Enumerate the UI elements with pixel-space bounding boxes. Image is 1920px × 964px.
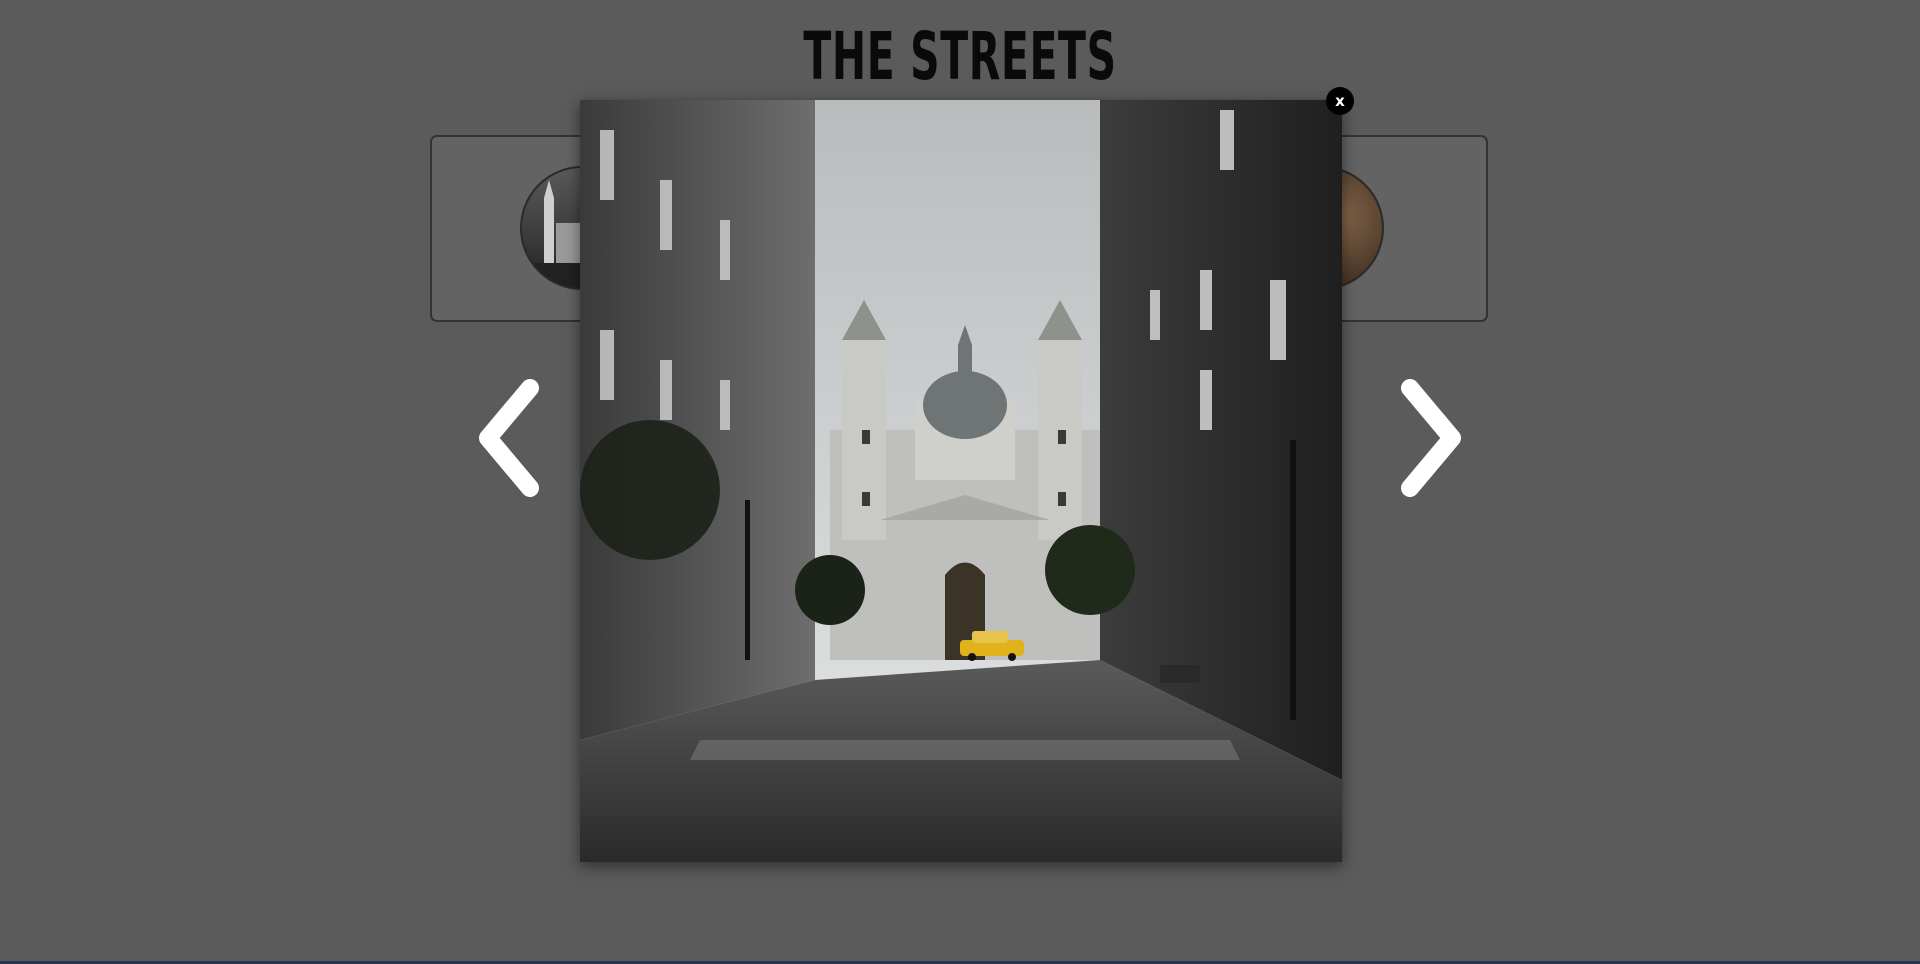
street-cathedral-photo: [580, 100, 1342, 862]
gallery-page: THE STREETS x: [0, 0, 1920, 964]
left-building: [580, 100, 815, 740]
right-building: [1100, 100, 1342, 780]
previous-button[interactable]: [470, 378, 560, 498]
chevron-left-icon: [479, 379, 539, 497]
next-button[interactable]: [1380, 378, 1470, 498]
lightbox-image: [580, 100, 1342, 862]
chevron-right-icon: [1401, 379, 1461, 497]
page-title: THE STREETS: [803, 18, 1117, 95]
cathedral: [830, 300, 1100, 660]
close-button[interactable]: x: [1326, 87, 1354, 115]
